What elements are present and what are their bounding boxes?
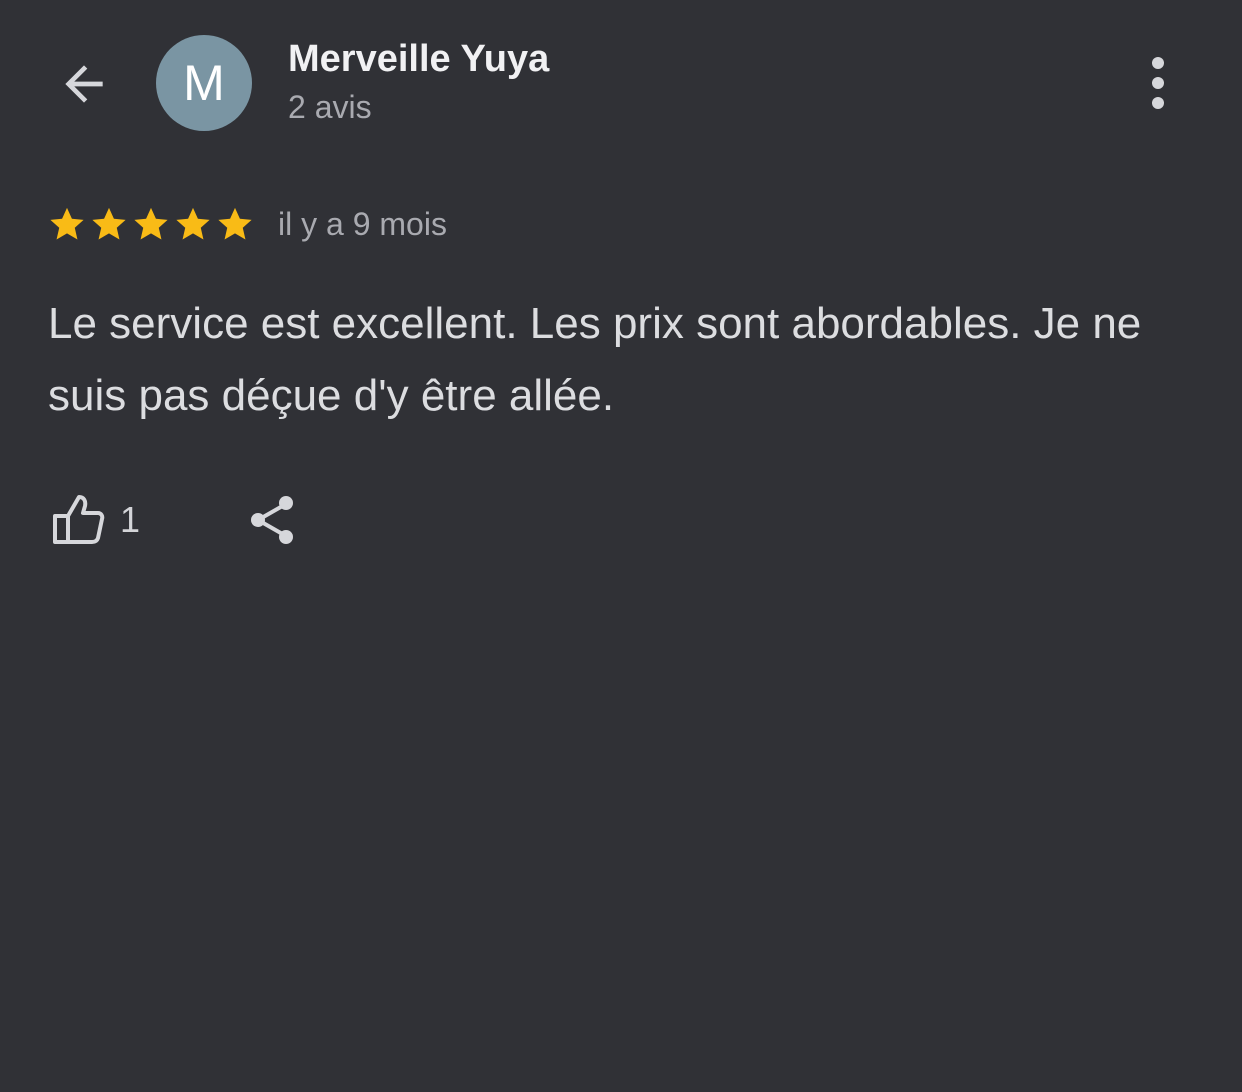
like-count: 1 (120, 499, 141, 540)
share-button[interactable] (244, 491, 302, 549)
review-actions: 1 (48, 488, 302, 552)
review-count: 2 avis (288, 89, 372, 125)
avatar[interactable]: M (156, 35, 252, 131)
arrow-left-icon (65, 65, 103, 103)
share-icon (251, 496, 294, 544)
like-button[interactable]: 1 (48, 491, 140, 549)
review-date: il y a 9 mois (278, 205, 447, 242)
rating-row: il y a 9 mois (48, 202, 447, 246)
star-icon (50, 207, 84, 240)
star-icon (176, 207, 210, 240)
avatar-initial: M (183, 55, 225, 111)
star-rating (48, 205, 254, 243)
more-vertical-icon (1152, 57, 1164, 109)
thumb-up-icon (53, 495, 105, 544)
review-text: Le service est excellent. Les prix sont … (48, 299, 1142, 420)
author-name[interactable]: Merveille Yuya (288, 38, 549, 81)
more-options-button[interactable] (1128, 52, 1188, 114)
back-button[interactable] (52, 52, 116, 116)
star-icon (92, 207, 126, 240)
review-header: M Merveille Yuya 2 avis (0, 0, 1242, 170)
star-icon (218, 207, 252, 240)
star-icon (134, 207, 168, 240)
